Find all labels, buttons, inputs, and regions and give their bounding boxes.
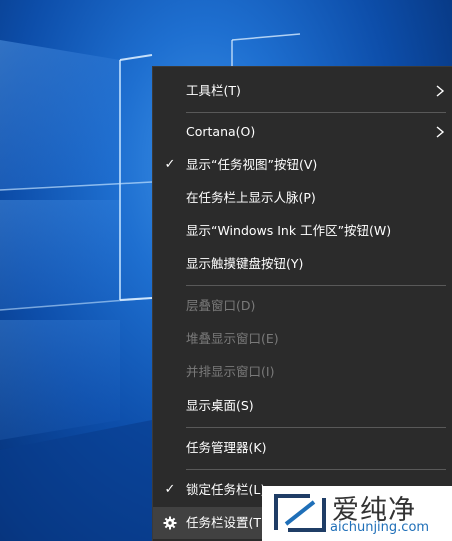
watermark-logo-icon [274, 494, 326, 532]
menu-separator [186, 427, 446, 428]
menu-item-side-by-side-windows: 并排显示窗口(I) [153, 356, 452, 388]
menu-item-show-windows-ink-button[interactable]: 显示“Windows Ink 工作区”按钮(W) [153, 215, 452, 247]
menu-item-cortana[interactable]: Cortana(O) [153, 116, 452, 148]
menu-item-show-task-view-button[interactable]: ✓ 显示“任务视图”按钮(V) [153, 149, 452, 181]
menu-item-label: 显示触摸键盘按钮(Y) [186, 256, 304, 271]
menu-item-label: 并排显示窗口(I) [186, 364, 275, 379]
menu-item-cascade-windows: 层叠窗口(D) [153, 290, 452, 322]
menu-item-label: 层叠窗口(D) [186, 298, 256, 313]
menu-item-show-people[interactable]: 在任务栏上显示人脉(P) [153, 182, 452, 214]
menu-separator [186, 469, 446, 470]
menu-item-toolbars[interactable]: 工具栏(T) [153, 75, 452, 107]
menu-item-stack-windows: 堆叠显示窗口(E) [153, 323, 452, 355]
checkmark-icon: ✓ [164, 482, 176, 497]
menu-item-label: 锁定任务栏(L) [186, 482, 266, 497]
chevron-right-icon [436, 85, 445, 97]
menu-item-label: 堆叠显示窗口(E) [186, 331, 279, 346]
menu-item-task-manager[interactable]: 任务管理器(K) [153, 432, 452, 464]
menu-item-label: 在任务栏上显示人脉(P) [186, 190, 316, 205]
menu-item-show-touch-keyboard-button[interactable]: 显示触摸键盘按钮(Y) [153, 248, 452, 280]
menu-item-label: 显示“Windows Ink 工作区”按钮(W) [186, 223, 392, 238]
menu-separator [186, 285, 446, 286]
menu-item-label: Cortana(O) [186, 124, 256, 139]
menu-item-label: 显示桌面(S) [186, 398, 254, 413]
taskbar-context-menu: 工具栏(T) Cortana(O) ✓ 显示“任务视图”按钮(V) 在任务栏上显… [152, 66, 452, 541]
menu-separator [186, 112, 446, 113]
gear-icon [163, 516, 177, 530]
menu-item-label: 工具栏(T) [186, 83, 241, 98]
site-watermark: 爱纯净 aichunjing.com [262, 486, 452, 541]
menu-item-label: 任务管理器(K) [186, 440, 267, 455]
chevron-right-icon [436, 126, 445, 138]
checkmark-icon: ✓ [164, 157, 176, 172]
watermark-url-text: aichunjing.com [330, 520, 430, 535]
menu-item-show-desktop[interactable]: 显示桌面(S) [153, 390, 452, 422]
menu-item-label: 显示“任务视图”按钮(V) [186, 157, 318, 172]
menu-item-label: 任务栏设置(T) [186, 515, 266, 530]
